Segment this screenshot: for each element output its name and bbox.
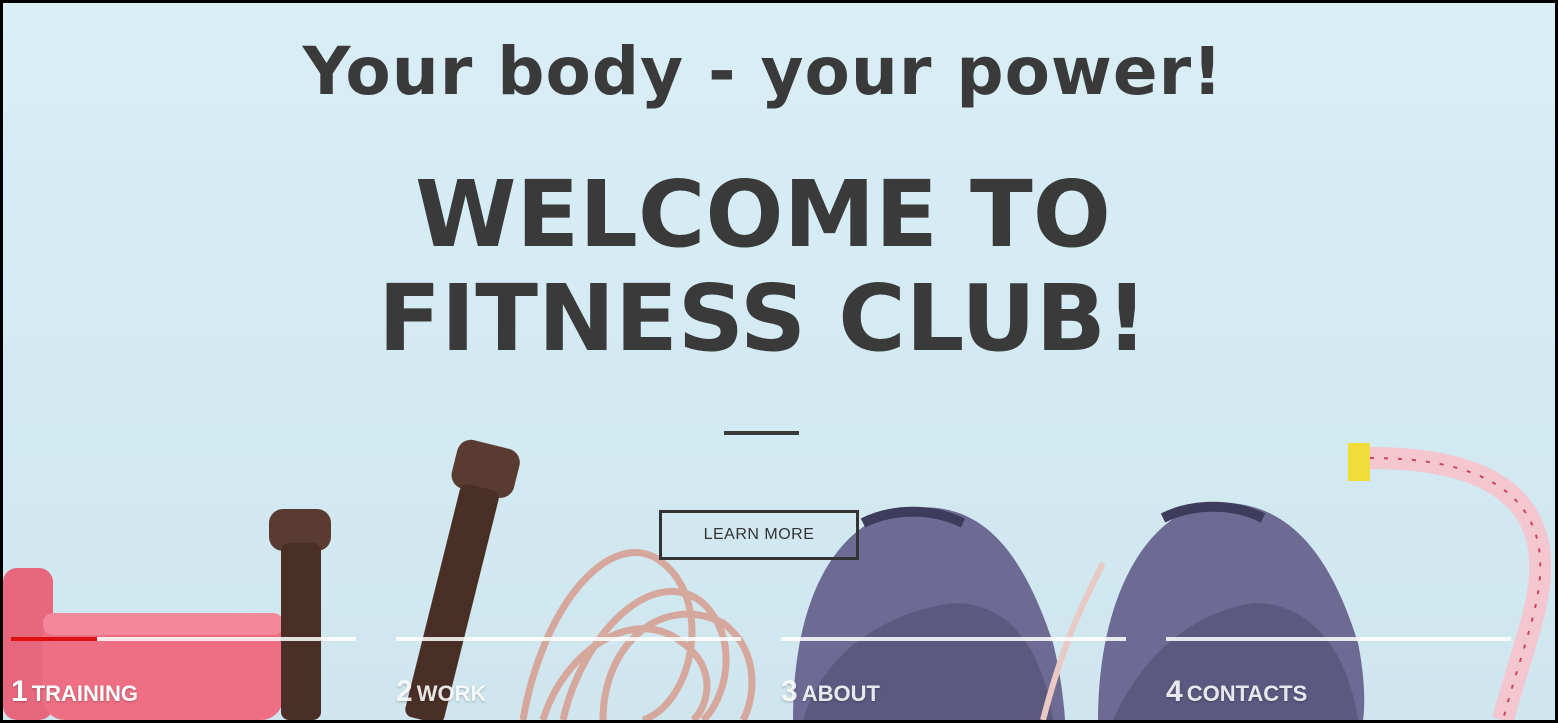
hero-title: WELCOME TO FITNESS CLUB! <box>3 163 1523 371</box>
learn-more-button[interactable]: LEARN MORE <box>659 510 859 560</box>
slide-number: 3 <box>781 675 798 708</box>
hero-slide: Your body - your power! WELCOME TO FITNE… <box>3 3 1555 720</box>
slide-title: ABOUT <box>801 681 880 706</box>
slide-number: 4 <box>1166 675 1183 708</box>
slide-nav-training[interactable]: 1 TRAINING <box>11 637 356 720</box>
hero-tagline: Your body - your power! <box>302 33 1224 110</box>
hero-title-line-1: WELCOME TO <box>414 161 1112 268</box>
slide-number: 2 <box>396 675 413 708</box>
slide-title: CONTACTS <box>1186 681 1308 706</box>
slide-nav-label: 4 CONTACTS <box>1166 675 1307 709</box>
slide-nav-label: 3 ABOUT <box>781 675 880 709</box>
slide-progress-track <box>1166 637 1511 641</box>
slide-progress-fill <box>11 637 98 641</box>
slide-nav-contacts[interactable]: 4 CONTACTS <box>1166 637 1511 720</box>
hero-title-line-2: FITNESS CLUB! <box>378 265 1148 372</box>
slide-progress-track <box>11 637 356 641</box>
slide-nav-about[interactable]: 3 ABOUT <box>781 637 1126 720</box>
slide-nav-work[interactable]: 2 WORK <box>396 637 741 720</box>
title-divider <box>724 431 799 435</box>
slide-progress-track <box>781 637 1126 641</box>
slide-progress-track <box>396 637 741 641</box>
slide-number: 1 <box>11 675 28 708</box>
slide-title: TRAINING <box>31 681 139 706</box>
slide-title: WORK <box>416 681 487 706</box>
slide-nav-label: 1 TRAINING <box>11 675 138 709</box>
slide-nav-label: 2 WORK <box>396 675 486 709</box>
